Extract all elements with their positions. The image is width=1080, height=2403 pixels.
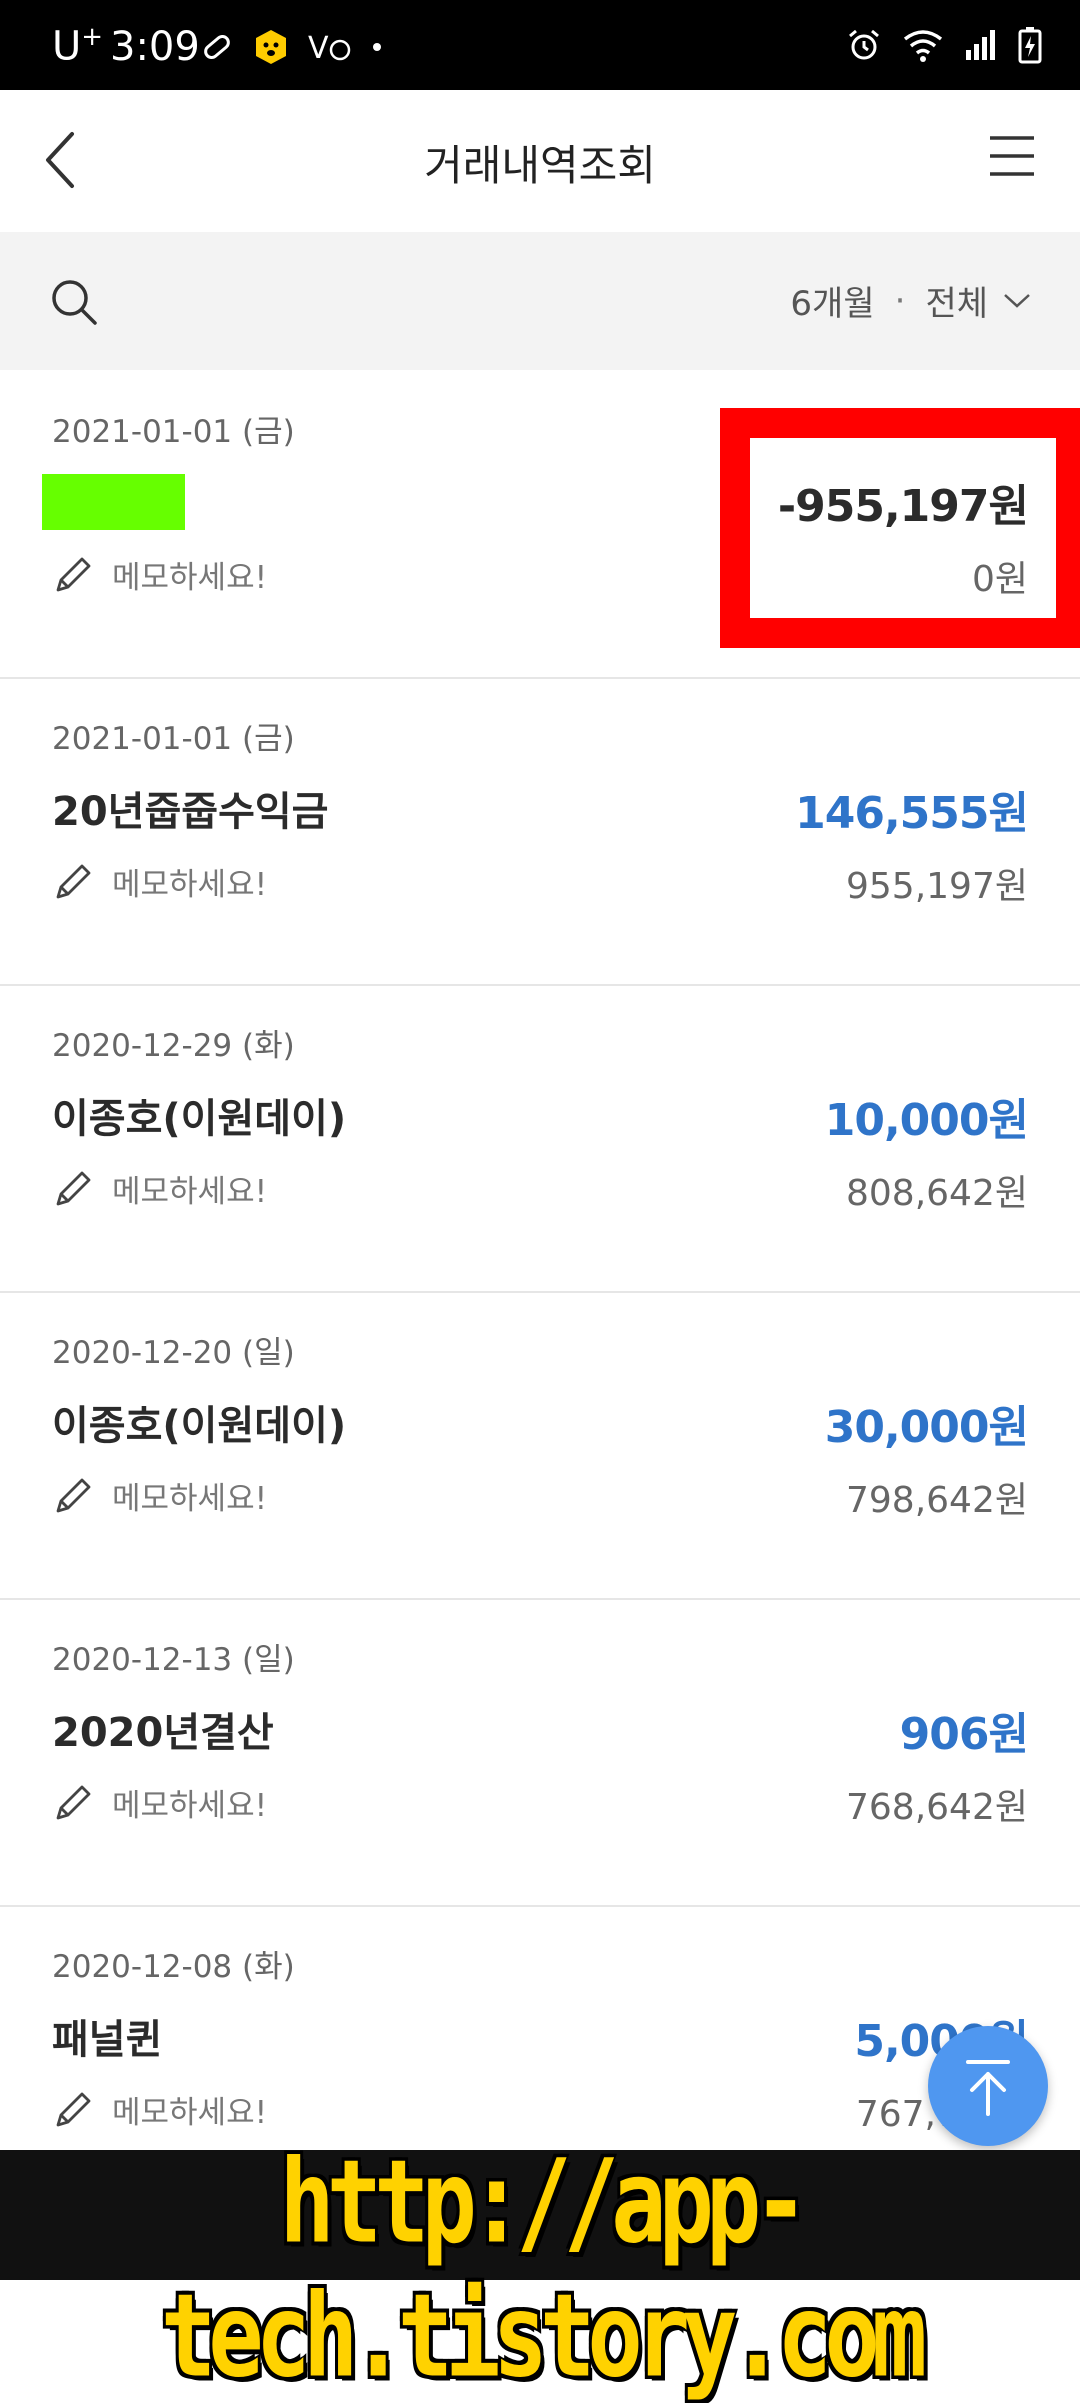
balance-after: 808,642원 — [846, 1173, 1028, 1214]
transaction-name: 2020년결산 — [52, 1710, 274, 1756]
signal-icon — [966, 30, 995, 60]
pencil-icon — [56, 1171, 91, 1205]
transaction-name: 이종호(이원데이) — [52, 1403, 347, 1449]
memo-label: 메모하세요! — [112, 2095, 268, 2131]
chevron-down-icon — [1004, 293, 1030, 308]
type-label: 전체 — [925, 284, 988, 324]
memo-button[interactable]: 메모하세요! — [52, 859, 267, 904]
transaction-name: 패널퀸 — [52, 2017, 163, 2063]
page-title: 거래내역조회 — [424, 141, 656, 190]
transaction-date: 2020-12-08 (화) — [52, 1949, 295, 1985]
svg-text:V: V — [308, 31, 329, 64]
search-icon[interactable] — [50, 278, 98, 326]
transaction-date: 2020-12-13 (일) — [52, 1642, 295, 1678]
filter-separator: · — [894, 280, 906, 321]
pencil-icon — [56, 1478, 91, 1512]
memo-button[interactable]: 메모하세요! — [52, 1780, 267, 1825]
pencil-icon — [56, 557, 91, 591]
memo-button[interactable]: 메모하세요! — [52, 552, 267, 597]
carrier-label: U+ — [52, 22, 103, 69]
transaction-row[interactable]: 2020-12-13 (일) 2020년결산 906원 768,642원 메모하… — [0, 1600, 1080, 1907]
pill-icon — [204, 35, 230, 59]
alarm-icon — [849, 29, 879, 60]
transaction-amount: 146,555원 — [795, 788, 1029, 839]
period-label: 6개월 — [790, 284, 875, 324]
status-time: 3:09 — [110, 24, 200, 70]
transaction-name: 이종호(이원데이) — [52, 1096, 347, 1142]
pencil-icon — [56, 1785, 91, 1819]
memo-label: 메모하세요! — [112, 560, 268, 596]
hamburger-menu-icon[interactable] — [988, 134, 1036, 178]
carrier-text: U — [52, 23, 82, 70]
memo-button[interactable]: 메모하세요! — [52, 2087, 267, 2132]
transaction-name: 20년줍줍수익금 — [52, 789, 329, 835]
transaction-amount: 906원 — [899, 1709, 1029, 1760]
wifi-icon — [903, 30, 943, 62]
transaction-row[interactable]: 2020-12-29 (화) 이종호(이원데이) 10,000원 808,642… — [0, 986, 1080, 1293]
transaction-date: 2020-12-29 (화) — [52, 1028, 295, 1064]
pencil-icon — [56, 2092, 91, 2126]
memo-label: 메모하세요! — [112, 1481, 268, 1517]
balance-after: 0원 — [971, 559, 1028, 600]
balance-after: 768,642원 — [846, 1787, 1028, 1828]
more-dot-icon — [373, 43, 381, 51]
transaction-row[interactable]: 2021-01-01 (금) 20년줍줍수익금 146,555원 955,197… — [0, 679, 1080, 986]
period-filter-dropdown[interactable]: 6개월 · 전체 — [790, 276, 1032, 325]
scroll-to-top-button[interactable] — [928, 2026, 1048, 2146]
pencil-icon — [56, 864, 91, 898]
transaction-amount: 30,000원 — [824, 1402, 1029, 1453]
status-bar: U+ 3:09 V — [0, 0, 1080, 90]
battery-icon — [1018, 27, 1042, 64]
transaction-date: 2021-01-01 (금) — [52, 414, 295, 450]
memo-label: 메모하세요! — [112, 1788, 268, 1824]
transaction-date: 2020-12-20 (일) — [52, 1335, 295, 1371]
system-icons — [846, 26, 1042, 64]
transaction-amount: -955,197원 — [777, 481, 1029, 532]
arrow-up-icon — [966, 2060, 1010, 2116]
balance-after: 955,197원 — [846, 866, 1028, 907]
memo-button[interactable]: 메모하세요! — [52, 1166, 267, 1211]
redacted-name-block — [42, 474, 185, 530]
transaction-list: 2021-01-01 (금) -955,197원 0원 메모하세요! 2021-… — [0, 372, 1080, 2214]
memo-label: 메모하세요! — [112, 867, 268, 903]
memo-button[interactable]: 메모하세요! — [52, 1473, 267, 1518]
notification-icons: V — [200, 28, 384, 66]
kakao-bear-icon — [256, 30, 286, 64]
balance-after: 798,642원 — [846, 1480, 1028, 1521]
carrier-plus: + — [81, 22, 104, 52]
memo-label: 메모하세요! — [112, 1174, 268, 1210]
transaction-row[interactable]: 2020-12-20 (일) 이종호(이원데이) 30,000원 798,642… — [0, 1293, 1080, 1600]
transaction-amount: 10,000원 — [824, 1095, 1029, 1146]
app-v3-icon: V — [308, 31, 351, 64]
filter-bar: 6개월 · 전체 — [0, 232, 1080, 370]
app-header: 거래내역조회 — [0, 90, 1080, 230]
transaction-row[interactable]: 2021-01-01 (금) -955,197원 0원 메모하세요! — [0, 372, 1080, 679]
transaction-date: 2021-01-01 (금) — [52, 721, 295, 757]
watermark-text: http://app-tech.tistory.com — [160, 2135, 927, 2403]
